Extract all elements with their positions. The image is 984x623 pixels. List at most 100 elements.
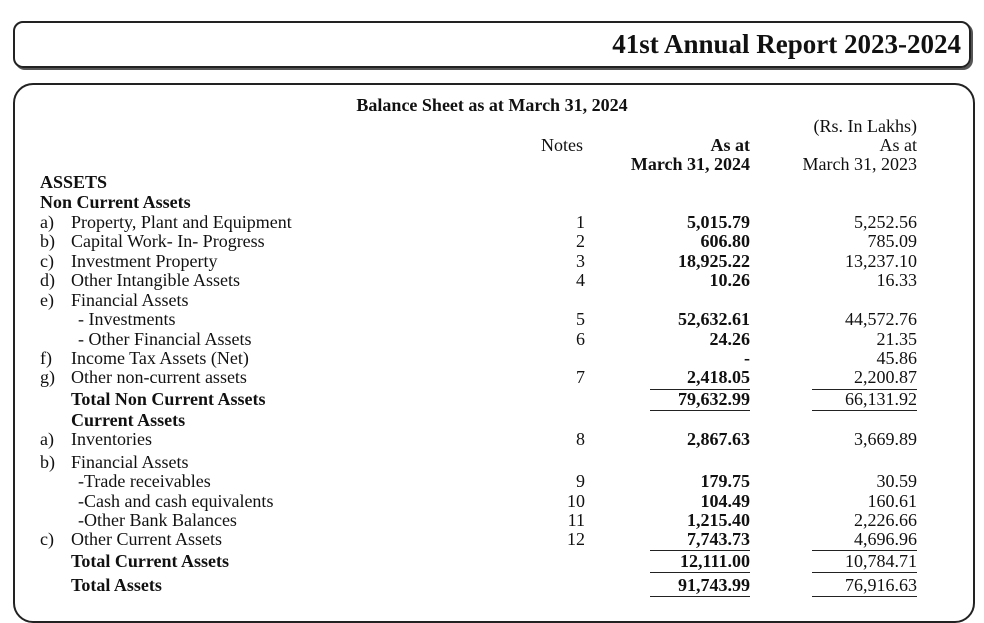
row-previous-year-value: 44,572.76 — [845, 309, 917, 329]
rule-py-total-bottom — [812, 596, 917, 597]
row-note: 6 — [576, 329, 585, 349]
row-label: - Investments — [78, 309, 176, 329]
row-label: Other Intangible Assets — [71, 270, 240, 290]
row-label: -Other Bank Balances — [78, 510, 237, 530]
currency-note: (Rs. In Lakhs) — [813, 116, 917, 136]
row-previous-year-value: 45.86 — [876, 348, 918, 368]
previous-year-header-line1: As at — [879, 135, 918, 155]
row-previous-year-value: 3,669.89 — [854, 429, 917, 449]
row-current-year-value: 179.75 — [700, 471, 751, 491]
row-previous-year-value: 5,252.56 — [854, 212, 917, 232]
row-current-year-value: 24.26 — [709, 329, 751, 349]
row-prefix: a) — [40, 212, 54, 232]
table-row: Non Current Assets — [0, 192, 984, 212]
table-row: -Trade receivables 9 179.75 30.59 — [0, 471, 984, 491]
row-note: 2 — [576, 231, 585, 251]
report-header: 41st Annual Report 2023-2024 — [13, 21, 971, 68]
row-previous-year-value: 2,226.66 — [854, 510, 917, 530]
notes-column-header: Notes — [541, 135, 583, 155]
row-prefix: a) — [40, 429, 54, 449]
row-note: 10 — [567, 491, 585, 511]
table-row: d) Other Intangible Assets 4 10.26 16.33 — [0, 270, 984, 290]
table-row: Total Non Current Assets 79,632.99 66,131.… — [0, 389, 984, 409]
row-previous-year-value: 4,696.96 — [854, 529, 917, 549]
row-prefix: c) — [40, 251, 54, 271]
row-note: 8 — [576, 429, 585, 449]
row-label: Property, Plant and Equipment — [71, 212, 292, 232]
table-row: b) Capital Work- In- Progress 2 606.80 785.0… — [0, 231, 984, 251]
rule-cy-current-bottom — [650, 572, 750, 573]
row-previous-year-value: 30.59 — [876, 471, 918, 491]
row-current-year-value: 91,743.99 — [678, 575, 750, 595]
row-label: Current Assets — [71, 410, 186, 430]
row-label: Total Current Assets — [71, 551, 230, 571]
row-current-year-value: 52,632.61 — [678, 309, 750, 329]
row-prefix: d) — [40, 270, 55, 290]
row-prefix: c) — [40, 529, 54, 549]
table-row: g) Other non-current assets 7 2,418.05 2,200… — [0, 367, 984, 387]
table-row: e) Financial Assets — [0, 290, 984, 310]
row-label: - Other Financial Assets — [78, 329, 252, 349]
row-current-year-value: 79,632.99 — [678, 389, 750, 409]
row-label: Other Current Assets — [71, 529, 222, 549]
previous-year-header-line2: March 31, 2023 — [802, 154, 917, 174]
row-current-year-value: 7,743.73 — [687, 529, 750, 549]
row-label: Financial Assets — [71, 290, 189, 310]
table-row: b) Financial Assets — [0, 452, 984, 472]
row-note: 9 — [576, 471, 585, 491]
rule-cy-total-bottom — [650, 596, 750, 597]
row-prefix: g) — [40, 367, 55, 387]
row-previous-year-value: 785.09 — [867, 231, 918, 251]
row-note: 4 — [576, 270, 585, 290]
row-note: 7 — [576, 367, 585, 387]
row-label: -Trade receivables — [78, 471, 211, 491]
table-row: -Other Bank Balances 11 1,215.40 2,226.66 — [0, 510, 984, 530]
rule-cy-noncurrent-bottom — [650, 410, 750, 411]
row-current-year-value: 606.80 — [700, 231, 751, 251]
table-row: Total Assets 91,743.99 76,916.63 — [0, 575, 984, 595]
current-year-header-line2: March 31, 2024 — [630, 154, 750, 174]
row-prefix: e) — [40, 290, 54, 310]
table-row: a) Property, Plant and Equipment 1 5,015.79… — [0, 212, 984, 232]
current-year-header-line1: As at — [710, 135, 751, 155]
table-row: a) Inventories 8 2,867.63 3,669.89 — [0, 429, 984, 449]
row-label: Capital Work- In- Progress — [71, 231, 265, 251]
row-previous-year-value: 16.33 — [876, 270, 918, 290]
row-previous-year-value: 2,200.87 — [854, 367, 917, 387]
table-row: - Other Financial Assets 6 24.26 21.35 — [0, 329, 984, 349]
row-previous-year-value: 10,784.71 — [845, 551, 917, 571]
row-label: Investment Property — [71, 251, 218, 271]
row-label: Total Non Current Assets — [71, 389, 266, 409]
rule-py-noncurrent-bottom — [812, 410, 917, 411]
row-note: 3 — [576, 251, 585, 271]
rule-cy-noncurrent-top — [650, 389, 750, 390]
row-current-year-value: 18,925.22 — [678, 251, 750, 271]
rule-cy-current-top — [650, 550, 750, 551]
rule-py-noncurrent-top — [812, 389, 917, 390]
row-prefix: b) — [40, 231, 55, 251]
sheet-title: Balance Sheet as at March 31, 2024 — [356, 95, 628, 115]
row-label: Financial Assets — [71, 452, 189, 472]
table-row: Current Assets — [0, 410, 984, 430]
table-row: f) Income Tax Assets (Net) - 45.86 — [0, 348, 984, 368]
row-label: -Cash and cash equivalents — [78, 491, 274, 511]
row-current-year-value: 5,015.79 — [687, 212, 750, 232]
row-note: 12 — [567, 529, 585, 549]
table-row: ASSETS — [0, 172, 984, 192]
row-current-year-value: - — [744, 348, 750, 368]
row-note: 5 — [576, 309, 585, 329]
row-label: Non Current Assets — [40, 192, 191, 212]
table-row: c) Other Current Assets 12 7,743.73 4,696.96 — [0, 529, 984, 549]
row-current-year-value: 10.26 — [709, 270, 751, 290]
row-previous-year-value: 76,916.63 — [845, 575, 917, 595]
row-label: Inventories — [71, 429, 152, 449]
row-label: Total Assets — [71, 575, 162, 595]
row-label: ASSETS — [40, 172, 108, 192]
rule-py-current-top — [812, 550, 917, 551]
row-current-year-value: 2,867.63 — [687, 429, 750, 449]
row-previous-year-value: 160.61 — [867, 491, 918, 511]
row-previous-year-value: 21.35 — [876, 329, 918, 349]
table-row: Total Current Assets 12,111.00 10,784.71 — [0, 551, 984, 571]
report-title: 41st Annual Report 2023-2024 — [612, 29, 961, 59]
row-prefix: b) — [40, 452, 55, 472]
